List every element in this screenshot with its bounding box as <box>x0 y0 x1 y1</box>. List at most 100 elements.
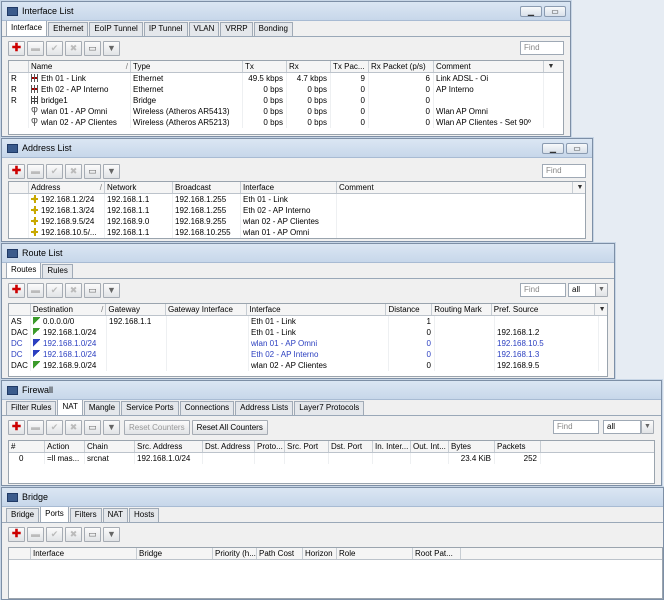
column-header[interactable]: Bytes <box>449 441 495 452</box>
tab-mangle[interactable]: Mangle <box>83 401 121 415</box>
column-header[interactable]: Proto... <box>255 441 285 452</box>
add-button[interactable]: ✚ <box>8 419 25 435</box>
column-header[interactable]: Interface <box>241 182 337 193</box>
filter-icon[interactable]: ▼ <box>103 419 120 435</box>
remove-button[interactable]: ▬ <box>27 40 44 56</box>
tab-bonding[interactable]: Bonding <box>253 22 293 36</box>
column-menu-icon[interactable]: ▼ <box>573 182 585 193</box>
column-header[interactable]: Bridge <box>137 548 213 559</box>
filter-icon[interactable]: ▼ <box>103 163 120 179</box>
column-header[interactable]: Src. Port <box>285 441 329 452</box>
tab-rules[interactable]: Rules <box>42 264 73 278</box>
table-row[interactable]: 192.168.1.3/24 192.168.1.1 192.168.1.255… <box>9 205 585 216</box>
table-row[interactable]: 192.168.10.5/... 192.168.1.1 192.168.10.… <box>9 227 585 238</box>
add-button[interactable]: ✚ <box>8 163 25 179</box>
disable-button[interactable]: ✖ <box>65 163 82 179</box>
column-header[interactable]: Gateway <box>106 304 166 315</box>
add-button[interactable]: ✚ <box>8 40 25 56</box>
column-header[interactable]: Rx Packet (p/s) <box>369 61 434 72</box>
column-header[interactable]: Path Cost <box>257 548 303 559</box>
column-header[interactable]: Interface <box>31 548 137 559</box>
disable-button[interactable]: ✖ <box>65 282 82 298</box>
column-header[interactable]: Dst. Address <box>203 441 255 452</box>
column-header[interactable]: Tx Pac... <box>331 61 369 72</box>
table-row[interactable]: 192.168.9.5/24 192.168.9.0 192.168.9.255… <box>9 216 585 227</box>
column-header[interactable]: Tx <box>243 61 287 72</box>
restore-button[interactable]: ▭ <box>566 143 588 154</box>
column-header[interactable]: Root Pat... <box>413 548 461 559</box>
filter-select[interactable]: all <box>568 283 596 297</box>
table-row[interactable]: R bridge1 Bridge 0 bps 0 bps 0 0 <box>9 95 563 106</box>
comment-button[interactable]: ▭ <box>84 526 101 542</box>
filter-select[interactable]: all <box>603 420 641 434</box>
tab-nat[interactable]: NAT <box>102 508 128 522</box>
table-row[interactable]: DAC 192.168.9.0/24 wlan 02 - AP Clientes… <box>9 360 607 371</box>
address-list-titlebar[interactable]: Address List ▁ ▭ <box>2 139 592 158</box>
filter-icon[interactable]: ▼ <box>103 526 120 542</box>
column-header[interactable]: Network <box>105 182 173 193</box>
bridge-titlebar[interactable]: Bridge <box>2 488 663 507</box>
table-row[interactable]: DAC 192.168.1.0/24 Eth 01 - Link 0 192.1… <box>9 327 607 338</box>
firewall-titlebar[interactable]: Firewall <box>2 381 661 400</box>
minimize-button[interactable]: ▁ <box>520 6 542 17</box>
find-input[interactable]: Find <box>553 420 599 434</box>
column-header[interactable]: Gateway Interface <box>166 304 248 315</box>
column-header[interactable]: Priority (h... <box>213 548 257 559</box>
column-header[interactable]: Role <box>337 548 413 559</box>
column-header[interactable]: Horizon <box>303 548 337 559</box>
table-row[interactable]: wlan 02 - AP Clientes Wireless (Atheros … <box>9 117 563 128</box>
table-row[interactable]: R Eth 02 - AP Interno Ethernet 0 bps 0 b… <box>9 84 563 95</box>
find-input[interactable]: Find <box>520 283 566 297</box>
column-header[interactable]: Distance <box>386 304 433 315</box>
column-header[interactable]: Rx <box>287 61 331 72</box>
column-header[interactable]: Pref. Source <box>492 304 596 315</box>
column-header[interactable]: Comment <box>337 182 573 193</box>
tab-eoip-tunnel[interactable]: EoIP Tunnel <box>89 22 143 36</box>
table-row[interactable]: AS 0.0.0.0/0 192.168.1.1 Eth 01 - Link 1 <box>9 316 607 327</box>
comment-button[interactable]: ▭ <box>84 163 101 179</box>
column-header[interactable]: In. Inter... <box>373 441 411 452</box>
column-header[interactable]: Name / <box>29 61 131 72</box>
table-row[interactable]: DC 192.168.1.0/24 Eth 02 - AP Interno 0 … <box>9 349 607 360</box>
add-button[interactable]: ✚ <box>8 526 25 542</box>
disable-button[interactable]: ✖ <box>65 419 82 435</box>
find-input[interactable]: Find <box>520 41 564 55</box>
table-row[interactable]: DC 192.168.1.0/24 wlan 01 - AP Omni 0 19… <box>9 338 607 349</box>
add-button[interactable]: ✚ <box>8 282 25 298</box>
column-header[interactable]: Packets <box>495 441 541 452</box>
table-row[interactable]: R Eth 01 - Link Ethernet 49.5 kbps 4.7 k… <box>9 73 563 84</box>
tab-layer7-protocols[interactable]: Layer7 Protocols <box>294 401 365 415</box>
remove-button[interactable]: ▬ <box>27 163 44 179</box>
column-header[interactable]: # <box>9 441 45 452</box>
enable-button[interactable]: ✔ <box>46 40 63 56</box>
route-list-titlebar[interactable]: Route List <box>2 244 614 263</box>
enable-button[interactable]: ✔ <box>46 526 63 542</box>
column-header[interactable]: Destination / <box>31 304 107 315</box>
tab-address-lists[interactable]: Address Lists <box>235 401 294 415</box>
tab-ip-tunnel[interactable]: IP Tunnel <box>143 22 188 36</box>
reset-counters-button[interactable]: Reset Counters <box>124 419 190 435</box>
table-row[interactable]: wlan 01 - AP Omni Wireless (Atheros AR54… <box>9 106 563 117</box>
disable-button[interactable]: ✖ <box>65 526 82 542</box>
filter-icon[interactable]: ▼ <box>103 282 120 298</box>
enable-button[interactable]: ✔ <box>46 282 63 298</box>
tab-bridge[interactable]: Bridge <box>6 508 40 522</box>
comment-button[interactable]: ▭ <box>84 419 101 435</box>
tab-interface[interactable]: Interface <box>6 20 48 36</box>
tab-nat[interactable]: NAT <box>57 399 83 415</box>
restore-button[interactable]: ▭ <box>544 6 566 17</box>
column-header[interactable]: Type <box>131 61 243 72</box>
tab-ethernet[interactable]: Ethernet <box>48 22 89 36</box>
filter-dropdown-button[interactable]: ▼ <box>641 420 654 434</box>
enable-button[interactable]: ✔ <box>46 419 63 435</box>
column-header[interactable]: Src. Address <box>135 441 203 452</box>
column-header[interactable]: Comment <box>434 61 544 72</box>
column-header[interactable]: Action <box>45 441 85 452</box>
column-menu-icon[interactable]: ▼ <box>595 304 607 315</box>
comment-button[interactable]: ▭ <box>84 282 101 298</box>
tab-routes[interactable]: Routes <box>6 262 42 278</box>
table-row[interactable]: 0 =ll mas... srcnat 192.168.1.0/24 23.4 … <box>9 453 654 464</box>
column-header[interactable]: Broadcast <box>173 182 241 193</box>
remove-button[interactable]: ▬ <box>27 526 44 542</box>
interface-list-titlebar[interactable]: Interface List ▁ ▭ <box>2 2 570 21</box>
